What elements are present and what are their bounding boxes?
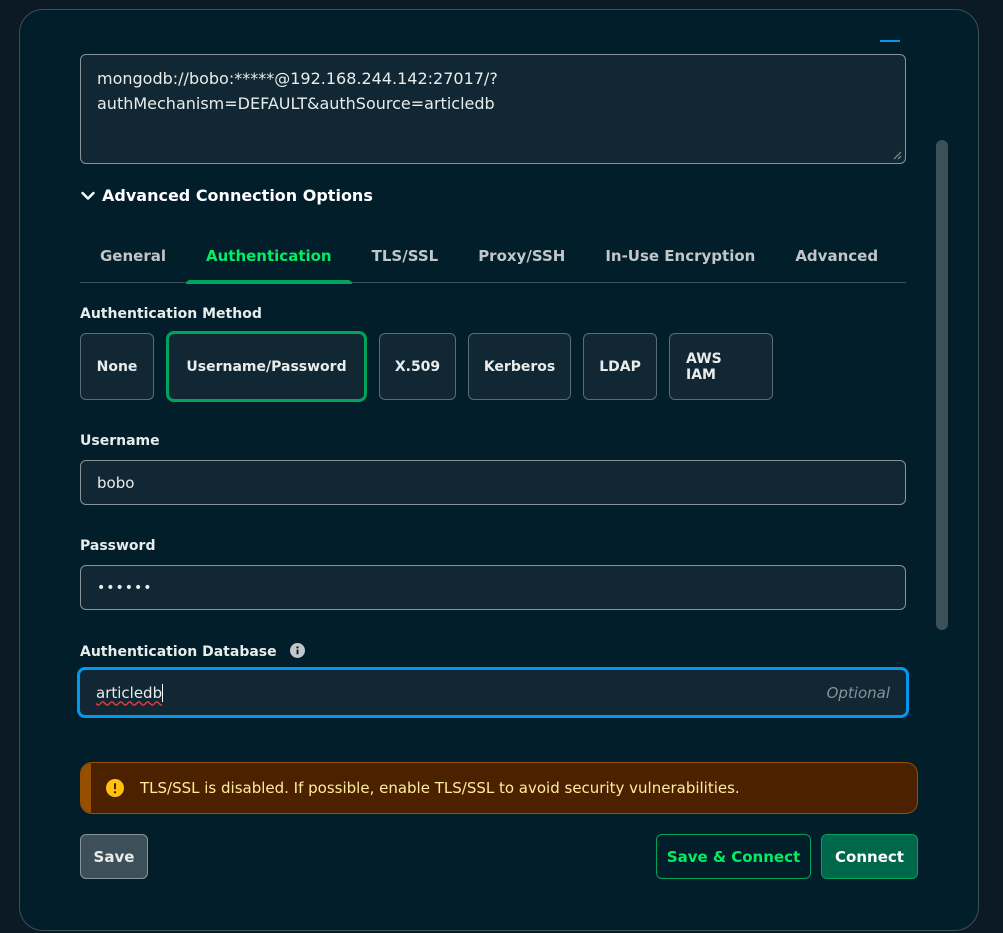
banner-stripe xyxy=(81,763,91,813)
chevron-down-icon xyxy=(81,191,95,200)
password-input[interactable]: •••••• xyxy=(80,565,906,610)
auth-database-value: articledb xyxy=(96,683,163,702)
connection-string-line: mongodb://bobo:*****@192.168.244.142:270… xyxy=(97,69,498,88)
tab-authentication[interactable]: Authentication xyxy=(186,230,352,284)
auth-database-label-row: Authentication Database xyxy=(80,643,305,660)
options-tabs: General Authentication TLS/SSL Proxy/SSH… xyxy=(80,230,906,284)
password-value: •••••• xyxy=(97,579,153,596)
auth-method-username-password[interactable]: Username/Password xyxy=(166,331,367,402)
auth-database-label: Authentication Database xyxy=(80,644,277,660)
connection-string-textarea[interactable]: mongodb://bobo:*****@192.168.244.142:270… xyxy=(80,54,906,164)
save-and-connect-button[interactable]: Save & Connect xyxy=(656,834,811,879)
scrollbar[interactable] xyxy=(936,140,948,630)
advanced-options-title: Advanced Connection Options xyxy=(102,186,373,205)
auth-method-x509[interactable]: X.509 xyxy=(379,333,456,400)
connect-button[interactable]: Connect xyxy=(821,834,918,879)
scroll-indicator xyxy=(880,40,900,42)
auth-method-ldap[interactable]: LDAP xyxy=(583,333,657,400)
tab-proxy-ssh[interactable]: Proxy/SSH xyxy=(458,230,585,283)
auth-method-group: None Username/Password X.509 Kerberos LD… xyxy=(80,331,785,402)
tls-warning-banner: TLS/SSL is disabled. If possible, enable… xyxy=(80,762,918,814)
tab-advanced[interactable]: Advanced xyxy=(775,230,898,283)
tab-in-use-encryption[interactable]: In-Use Encryption xyxy=(585,230,775,283)
info-icon[interactable] xyxy=(289,643,305,658)
password-label: Password xyxy=(80,538,156,554)
connection-string-line: authMechanism=DEFAULT&authSource=article… xyxy=(97,94,495,113)
advanced-options-toggle[interactable]: Advanced Connection Options xyxy=(80,186,373,205)
auth-method-none[interactable]: None xyxy=(80,333,154,400)
warning-icon xyxy=(106,779,124,797)
tab-tls-ssl[interactable]: TLS/SSL xyxy=(352,230,459,283)
save-button[interactable]: Save xyxy=(80,834,148,879)
auth-database-placeholder: Optional xyxy=(826,683,890,702)
username-input[interactable]: bobo xyxy=(80,460,906,505)
text-caret xyxy=(162,683,164,702)
resize-handle-icon[interactable] xyxy=(893,151,902,160)
auth-method-kerberos[interactable]: Kerberos xyxy=(468,333,571,400)
auth-method-aws-iam[interactable]: AWS IAM xyxy=(669,333,773,400)
auth-database-input[interactable]: articledb Optional xyxy=(77,667,909,718)
tab-general[interactable]: General xyxy=(80,230,186,283)
warning-text: TLS/SSL is disabled. If possible, enable… xyxy=(140,779,740,797)
username-label: Username xyxy=(80,433,160,449)
auth-method-label: Authentication Method xyxy=(80,306,262,322)
username-value: bobo xyxy=(97,473,135,492)
